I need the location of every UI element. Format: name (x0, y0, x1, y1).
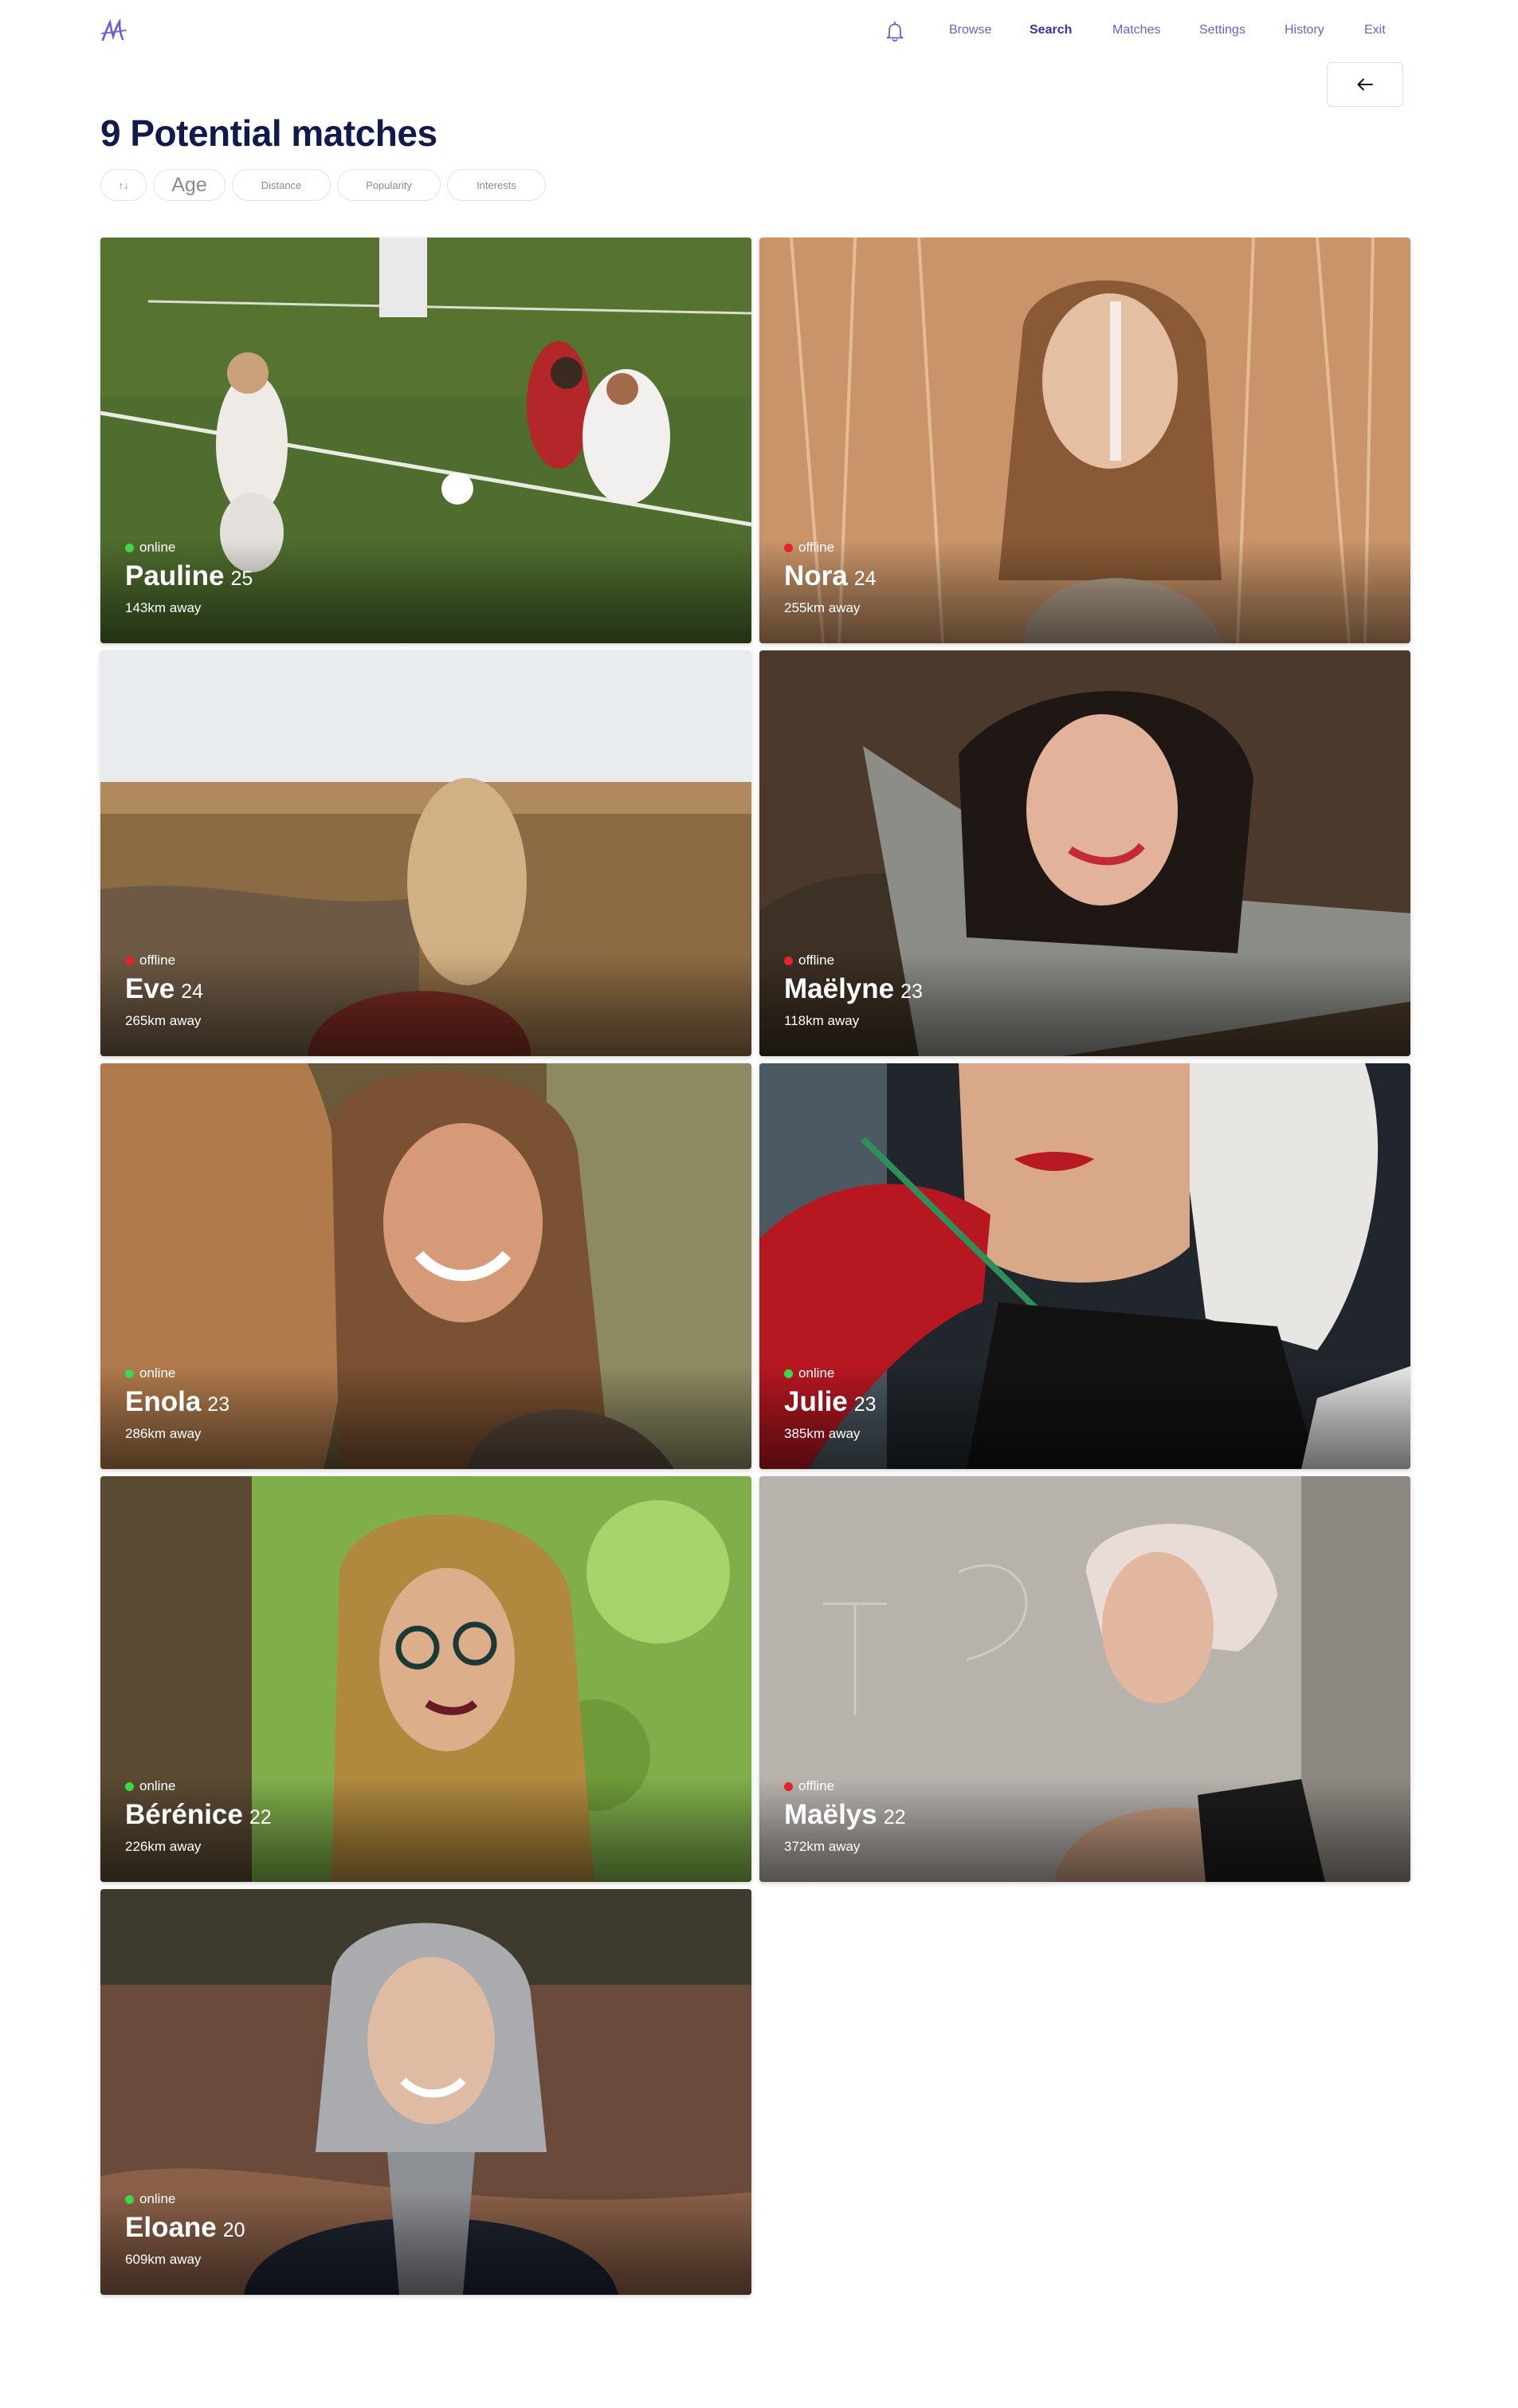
profile-age: 23 (853, 1393, 877, 1416)
profile-info: offline Maëlys 22 372km away (784, 1778, 906, 1855)
profile-info: online Enola 23 286km away (125, 1365, 229, 1442)
profile-name: Bérénice (125, 1799, 243, 1830)
status-label: offline (798, 953, 835, 968)
sort-toggle-button[interactable]: ↑↓ (100, 169, 147, 201)
profile-age: 24 (181, 980, 204, 1003)
profile-name: Eve (125, 973, 175, 1004)
profile-age: 22 (249, 1806, 272, 1829)
profile-age: 25 (230, 568, 253, 590)
nav-matches[interactable]: Matches (1112, 23, 1160, 37)
profile-name: Maëlys (784, 1799, 877, 1830)
profile-age: 23 (900, 980, 923, 1003)
status-indicator-icon (784, 1369, 793, 1378)
status-label: online (139, 2191, 176, 2206)
profile-info: offline Maëlyne 23 118km away (784, 953, 923, 1029)
profile-distance: 609km away (125, 2252, 202, 2267)
profile-name: Julie (784, 1386, 848, 1417)
profile-distance: 143km away (125, 600, 202, 615)
profile-name: Pauline (125, 560, 225, 591)
logo-icon[interactable] (100, 19, 127, 43)
nav-exit[interactable]: Exit (1364, 23, 1386, 37)
status-indicator-icon (125, 1781, 134, 1791)
status-label: offline (798, 1778, 835, 1793)
sort-arrows-icon: ↑↓ (118, 179, 129, 191)
status-indicator-icon (125, 2194, 134, 2204)
profile-card[interactable]: online Pauline 25 143km away (100, 238, 751, 643)
arrow-left-icon (1357, 78, 1373, 91)
nav-settings[interactable]: Settings (1199, 23, 1245, 37)
status-label: online (139, 1365, 176, 1381)
top-navigation: Browse Search Matches Settings History E… (0, 0, 1518, 64)
profile-distance: 226km away (125, 1839, 202, 1854)
profile-name: Nora (784, 560, 848, 591)
status-label: online (139, 540, 176, 555)
status-indicator-icon (125, 1369, 134, 1378)
filter-popularity-chip[interactable]: Popularity (337, 169, 441, 201)
profile-card[interactable]: online Bérénice 22 226km away (100, 1476, 751, 1882)
back-button[interactable] (1327, 62, 1403, 107)
nav-browse[interactable]: Browse (949, 23, 991, 37)
profile-distance: 265km away (125, 1013, 202, 1028)
filter-distance-chip[interactable]: Distance (232, 169, 331, 201)
profile-distance: 118km away (784, 1013, 860, 1028)
profile-name: Maëlyne (784, 973, 895, 1004)
profile-card[interactable]: online Julie 23 385km away (759, 1063, 1410, 1469)
profile-info: online Pauline 25 143km away (125, 540, 253, 616)
profile-distance: 286km away (125, 1426, 202, 1441)
page-title: 9 Potential matches (100, 112, 437, 154)
filter-age-chip[interactable]: Age (153, 169, 226, 201)
notification-bell-icon[interactable] (885, 21, 905, 43)
profile-card[interactable]: online Eloane 20 609km away (100, 1889, 751, 2295)
profile-card[interactable]: offline Maëlys 22 372km away (759, 1476, 1410, 1882)
status-indicator-icon (784, 543, 793, 552)
profile-grid: online Pauline 25 143km away offline Nor… (100, 238, 1410, 2295)
profile-distance: 372km away (784, 1839, 861, 1854)
nav-search[interactable]: Search (1030, 23, 1072, 37)
profile-info: offline Eve 24 265km away (125, 953, 203, 1029)
profile-distance: 385km away (784, 1426, 861, 1441)
profile-card[interactable]: offline Nora 24 255km away (759, 238, 1410, 643)
profile-card[interactable]: offline Maëlyne 23 118km away (759, 650, 1410, 1056)
profile-age: 22 (883, 1806, 906, 1829)
profile-card[interactable]: online Enola 23 286km away (100, 1063, 751, 1469)
status-label: offline (798, 540, 835, 555)
profile-name: Eloane (125, 2212, 217, 2243)
profile-card[interactable]: offline Eve 24 265km away (100, 650, 751, 1056)
status-label: online (798, 1365, 835, 1381)
profile-age: 23 (207, 1393, 230, 1416)
profile-info: online Bérénice 22 226km away (125, 1778, 272, 1855)
profile-info: online Eloane 20 609km away (125, 2191, 245, 2268)
profile-distance: 255km away (784, 600, 861, 615)
status-indicator-icon (125, 543, 134, 552)
status-indicator-icon (125, 956, 134, 965)
profile-name: Enola (125, 1386, 202, 1417)
status-label: online (139, 1778, 176, 1793)
nav-history[interactable]: History (1285, 23, 1324, 37)
status-indicator-icon (784, 1781, 793, 1791)
status-indicator-icon (784, 956, 793, 965)
filter-bar: ↑↓ Age Distance Popularity Interests (100, 169, 546, 201)
profile-age: 20 (222, 2219, 245, 2241)
status-label: offline (139, 953, 176, 968)
profile-age: 24 (853, 568, 877, 590)
filter-interests-chip[interactable]: Interests (447, 169, 546, 201)
profile-info: offline Nora 24 255km away (784, 540, 877, 616)
profile-info: online Julie 23 385km away (784, 1365, 877, 1442)
